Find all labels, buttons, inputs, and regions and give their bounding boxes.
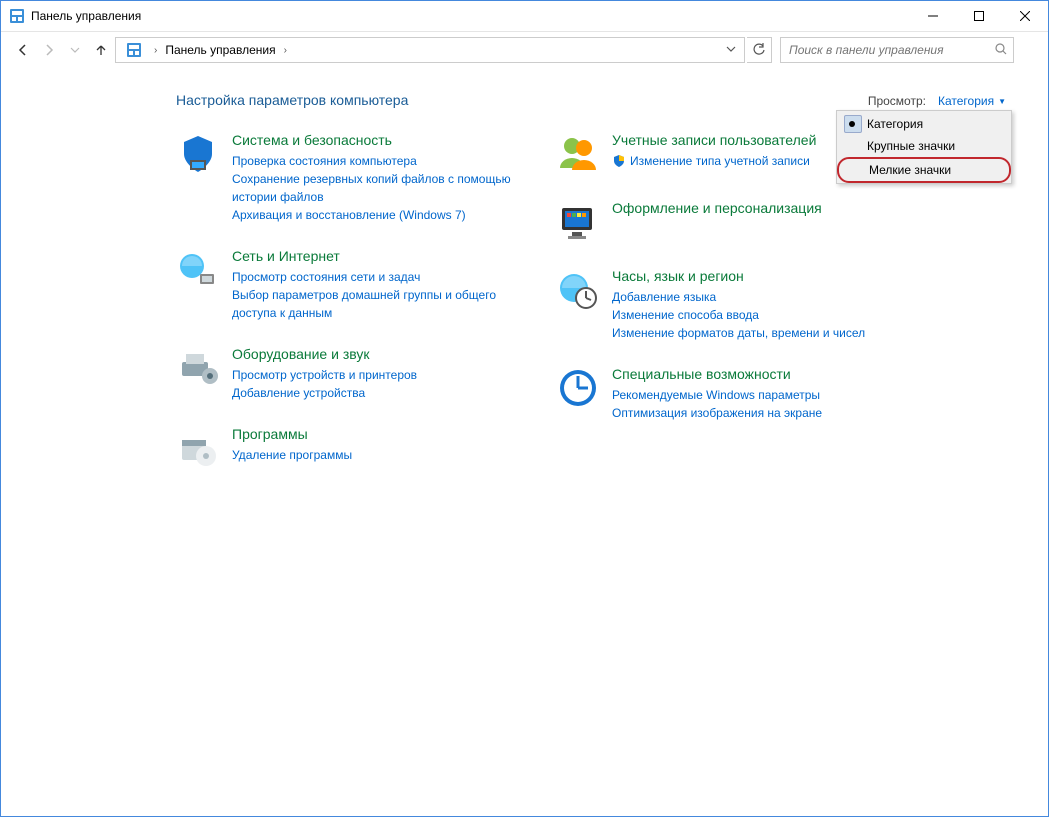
category-link[interactable]: Добавление устройства xyxy=(232,384,417,402)
category-heading[interactable]: Специальные возможности xyxy=(612,366,822,382)
category-heading[interactable]: Учетные записи пользователей xyxy=(612,132,816,148)
titlebar-left: Панель управления xyxy=(9,8,141,24)
back-button[interactable] xyxy=(11,38,35,62)
category-heading[interactable]: Часы, язык и регион xyxy=(612,268,865,284)
category-heading[interactable]: Оборудование и звук xyxy=(232,346,417,362)
category-link[interactable]: Проверка состояния компьютера xyxy=(232,152,516,170)
titlebar: Панель управления xyxy=(1,1,1048,32)
close-button[interactable] xyxy=(1002,1,1048,31)
category-link[interactable]: Добавление языка xyxy=(612,288,865,306)
category-appearance: Оформление и персонализация xyxy=(556,200,896,244)
ease-of-access-icon xyxy=(556,366,600,410)
printer-devices-icon xyxy=(176,346,220,390)
category-heading[interactable]: Программы xyxy=(232,426,352,442)
category-hardware-sound: Оборудование и звук Просмотр устройств и… xyxy=(176,346,516,402)
category-link[interactable]: Просмотр состояния сети и задач xyxy=(232,268,516,286)
view-option-large-icons[interactable]: Крупные значки xyxy=(839,135,1009,157)
globe-network-icon xyxy=(176,248,220,292)
programs-disc-icon xyxy=(176,426,220,470)
search-icon xyxy=(995,43,1007,58)
category-link[interactable]: Сохранение резервных копий файлов с помо… xyxy=(232,170,516,206)
clock-globe-icon xyxy=(556,268,600,312)
category-heading[interactable]: Оформление и персонализация xyxy=(612,200,822,216)
category-columns: Система и безопасность Проверка состояни… xyxy=(176,132,1048,494)
window-title: Панель управления xyxy=(31,9,141,23)
category-system-security: Система и безопасность Проверка состояни… xyxy=(176,132,516,224)
maximize-button[interactable] xyxy=(956,1,1002,31)
forward-button[interactable] xyxy=(37,38,61,62)
category-network-internet: Сеть и Интернет Просмотр состояния сети … xyxy=(176,248,516,322)
chevron-down-icon: ▼ xyxy=(998,97,1006,106)
window-controls xyxy=(910,1,1048,31)
recent-dropdown[interactable] xyxy=(63,38,87,62)
view-dropdown-button[interactable]: Категория ▼ xyxy=(932,92,1012,110)
breadcrumb-root[interactable]: Панель управления xyxy=(165,43,275,57)
category-heading[interactable]: Система и безопасность xyxy=(232,132,516,148)
category-programs: Программы Удаление программы xyxy=(176,426,516,470)
view-label: Просмотр: xyxy=(868,94,926,108)
category-link[interactable]: Рекомендуемые Windows параметры xyxy=(612,386,822,404)
address-dropdown[interactable] xyxy=(722,43,740,57)
control-panel-icon xyxy=(9,8,25,24)
category-link[interactable]: Архивация и восстановление (Windows 7) xyxy=(232,206,516,224)
breadcrumb-chevron[interactable]: › xyxy=(280,45,291,56)
up-button[interactable] xyxy=(89,38,113,62)
category-link-text: Изменение типа учетной записи xyxy=(630,152,810,170)
category-link[interactable]: Изменение способа ввода xyxy=(612,306,865,324)
search-box[interactable] xyxy=(780,37,1014,63)
category-col-right: Учетные записи пользователей Изменение т… xyxy=(556,132,896,494)
appearance-monitor-icon xyxy=(556,200,600,244)
uac-shield-icon xyxy=(612,154,626,168)
category-link[interactable]: Удаление программы xyxy=(232,446,352,464)
view-control: Просмотр: Категория ▼ xyxy=(868,92,1012,110)
category-ease-of-access: Специальные возможности Рекомендуемые Wi… xyxy=(556,366,896,422)
view-option-small-icons[interactable]: Мелкие значки xyxy=(837,157,1011,183)
refresh-button[interactable] xyxy=(747,37,772,63)
content: Настройка параметров компьютера Просмотр… xyxy=(1,68,1048,494)
category-heading[interactable]: Сеть и Интернет xyxy=(232,248,516,264)
breadcrumb-chevron[interactable]: › xyxy=(150,45,161,56)
category-link[interactable]: Выбор параметров домашней группы и общег… xyxy=(232,286,516,322)
view-value: Категория xyxy=(938,94,994,108)
address-bar[interactable]: › Панель управления › xyxy=(115,37,745,63)
category-clock-region: Часы, язык и регион Добавление языка Изм… xyxy=(556,268,896,342)
view-dropdown-menu: Категория Крупные значки Мелкие значки xyxy=(836,110,1012,184)
user-accounts-icon xyxy=(556,132,600,176)
navbar: › Панель управления › xyxy=(1,32,1048,68)
category-link[interactable]: Просмотр устройств и принтеров xyxy=(232,366,417,384)
address-icon xyxy=(126,42,142,58)
category-link[interactable]: Изменение форматов даты, времени и чисел xyxy=(612,324,865,342)
control-panel-window: Панель управления › Панель управления › xyxy=(0,0,1049,817)
category-link[interactable]: Оптимизация изображения на экране xyxy=(612,404,822,422)
search-input[interactable] xyxy=(787,42,995,58)
minimize-button[interactable] xyxy=(910,1,956,31)
shield-computer-icon xyxy=(176,132,220,176)
category-link[interactable]: Изменение типа учетной записи xyxy=(612,152,810,170)
view-option-category[interactable]: Категория xyxy=(839,113,1009,135)
category-col-left: Система и безопасность Проверка состояни… xyxy=(176,132,516,494)
